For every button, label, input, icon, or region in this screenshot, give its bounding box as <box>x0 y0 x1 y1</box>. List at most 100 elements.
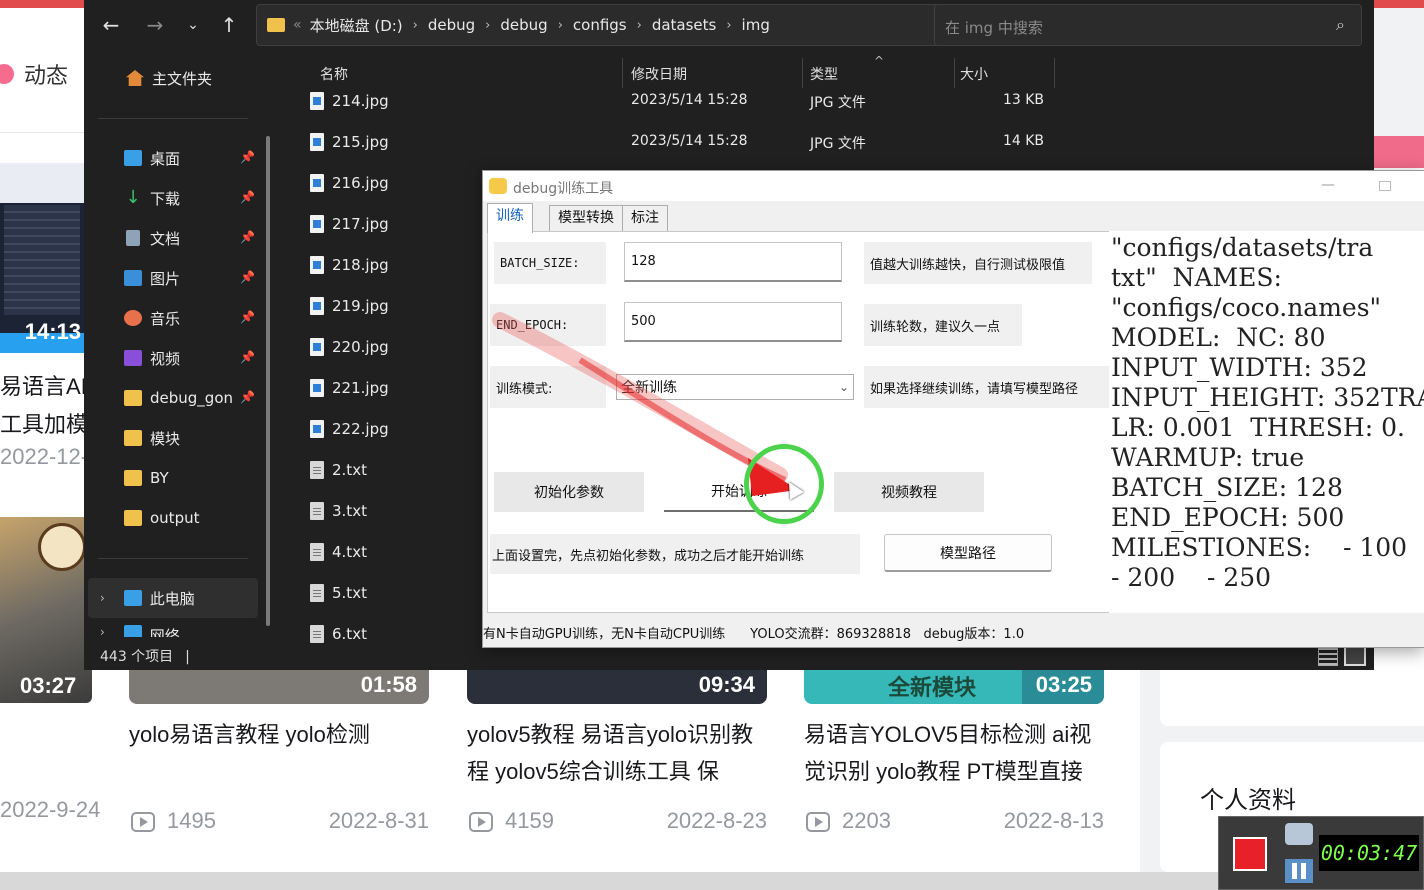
tiles-view-icon[interactable] <box>1344 646 1366 666</box>
column-divider[interactable] <box>802 58 803 88</box>
batch-size-input[interactable]: 128 <box>624 242 842 282</box>
address-bar[interactable]: « 本地磁盘 (D:) › debug › debug › configs › data… <box>256 4 1010 46</box>
nav-item-output[interactable]: output <box>124 505 264 531</box>
breadcrumb-segment[interactable]: datasets <box>652 16 717 34</box>
video-thumbnail[interactable]: 01:58 <box>129 670 429 704</box>
image-file-icon <box>310 133 324 151</box>
log-line: "configs/datasets/tra <box>1111 233 1374 262</box>
pin-icon[interactable]: 📌 <box>240 310 255 324</box>
video-thumbnail[interactable]: 14:13 <box>0 163 85 353</box>
nav-item-downloads[interactable]: ↓ 下载 📌 <box>124 185 264 211</box>
nav-item-debug-gon[interactable]: debug_gon 📌 <box>124 385 264 411</box>
video-card[interactable]: 全新模块 03:25 易语言YOLOV5目标检测 ai视觉识别 yolo教程 P… <box>804 670 1104 838</box>
breadcrumb-segment[interactable]: debug <box>428 16 475 34</box>
pictures-icon <box>124 270 142 286</box>
nav-scrollbar[interactable] <box>266 136 270 626</box>
model-path-button[interactable]: 模型路径 <box>884 534 1052 572</box>
pin-icon[interactable]: 📌 <box>240 230 255 244</box>
log-line: LR: 0.001 THRESH: 0. <box>1111 413 1405 442</box>
up-button[interactable]: ↑ <box>216 12 242 38</box>
column-header-name[interactable]: 名称 <box>320 64 348 86</box>
nav-item-label: 视频 <box>150 349 181 368</box>
nav-item-pictures[interactable]: 图片 📌 <box>124 265 264 291</box>
video-title[interactable]: 易语言YOLOV5目标检测 ai视觉识别 yolo教程 PT模型直接 <box>804 716 1104 792</box>
nav-item-videos[interactable]: 视频 📌 <box>124 345 264 371</box>
log-line: MILESTIONES: - 100 <box>1111 533 1408 562</box>
folder-icon <box>124 510 142 526</box>
breadcrumb-segment[interactable]: img <box>742 16 770 34</box>
pin-icon[interactable]: 📌 <box>240 390 255 404</box>
column-header-date[interactable]: 修改日期 <box>631 64 687 86</box>
title-bar[interactable]: debug训练工具 — <box>483 171 1424 201</box>
tab-model-convert[interactable]: 模型转换 <box>549 205 623 231</box>
file-date: 2023/5/14 15:28 <box>631 92 748 108</box>
video-title[interactable]: yolov5教程 易语言yolo识别教程 yolov5综合训练工具 保 <box>467 716 767 792</box>
nav-item-by[interactable]: BY <box>124 465 264 491</box>
column-header-type[interactable]: 类型 <box>810 64 838 86</box>
video-card[interactable]: 01:58 yolo易语言教程 yolo检测 1495 2022-8-31 <box>129 670 429 838</box>
config-log-output[interactable]: "configs/datasets/tra txt" NAMES: "configs… <box>1109 231 1424 613</box>
log-lines: "configs/datasets/tra txt" NAMES: "configs… <box>1111 233 1424 593</box>
flower-icon <box>0 64 14 84</box>
video-card[interactable]: 09:34 yolov5教程 易语言yolo识别教程 yolov5综合训练工具 … <box>467 670 767 838</box>
search-input[interactable]: 在 img 中搜索 ⌕ <box>934 4 1362 46</box>
breadcrumb-segment[interactable]: 本地磁盘 (D:) <box>310 15 403 36</box>
video-date: 2022-8-23 <box>666 808 767 833</box>
maximize-icon[interactable] <box>1379 181 1391 191</box>
video-thumbnail[interactable]: 全新模块 03:25 <box>804 670 1104 704</box>
breadcrumb-segment[interactable]: configs <box>573 16 627 34</box>
overflow-icon[interactable]: « <box>293 17 302 33</box>
nav-item-this-pc[interactable]: › 此电脑 <box>100 585 240 611</box>
chevron-right-icon[interactable]: › <box>100 625 116 637</box>
file-name: 216.jpg <box>332 174 389 192</box>
video-title[interactable]: 易语言AI 工具加模 <box>0 368 88 444</box>
details-view-icon[interactable] <box>1318 648 1338 666</box>
divider <box>98 118 248 119</box>
pin-icon[interactable]: 📌 <box>240 350 255 364</box>
column-divider[interactable] <box>954 58 955 88</box>
video-thumbnail[interactable]: 09:34 <box>467 670 767 704</box>
nav-item-network[interactable]: › 网络 <box>100 625 240 637</box>
nav-item-desktop[interactable]: 桌面 📌 <box>124 145 264 171</box>
video-tutorial-button[interactable]: 视频教程 <box>834 472 984 512</box>
text-file-icon <box>310 461 324 479</box>
nav-item-music[interactable]: 音乐 📌 <box>124 305 264 331</box>
breadcrumb-segment[interactable]: debug <box>500 16 547 34</box>
pause-button[interactable] <box>1285 859 1313 883</box>
pin-icon[interactable]: 📌 <box>240 270 255 284</box>
video-meta: 2203 2022-8-13 <box>804 808 1104 838</box>
nav-item-home[interactable]: 主文件夹 <box>126 65 266 91</box>
camera-icon[interactable] <box>1285 823 1313 845</box>
forward-button[interactable]: → <box>142 12 168 38</box>
desktop-icon <box>124 150 142 166</box>
log-line: BATCH_SIZE: 128 <box>1111 473 1343 502</box>
file-row[interactable]: 215.jpg 2023/5/14 15:28 JPG 文件 14 KB <box>310 131 1070 157</box>
nav-dynamic-link[interactable]: 动态 <box>0 52 68 96</box>
nav-item-documents[interactable]: 文档 📌 <box>124 225 264 251</box>
chevron-down-icon: ⌄ <box>187 17 199 33</box>
document-icon <box>126 230 140 246</box>
stop-record-button[interactable] <box>1233 837 1267 871</box>
file-name: 219.jpg <box>332 297 389 315</box>
video-thumbnail[interactable]: 03:27 <box>0 517 92 703</box>
pin-icon[interactable]: 📌 <box>240 190 255 204</box>
nav-item-modules[interactable]: 模块 <box>124 425 264 451</box>
video-meta: 1495 2022-8-31 <box>129 808 429 838</box>
tab-annotate[interactable]: 标注 <box>622 205 668 231</box>
arrow-up-icon: ↑ <box>220 13 238 37</box>
file-row[interactable]: 214.jpg 2023/5/14 15:28 JPG 文件 13 KB <box>310 90 1070 116</box>
minimize-icon[interactable]: — <box>1321 177 1335 193</box>
video-title[interactable]: yolo易语言教程 yolo检测 <box>129 716 429 792</box>
music-icon <box>124 310 142 326</box>
column-header-size[interactable]: 大小 <box>960 64 988 86</box>
chevron-right-icon: › <box>485 17 491 33</box>
recent-locations-button[interactable]: ⌄ <box>180 12 206 38</box>
tab-train[interactable]: 训练 <box>487 203 533 233</box>
file-name: 2.txt <box>332 461 367 479</box>
column-divider[interactable] <box>622 58 623 88</box>
back-button[interactable]: ← <box>98 12 124 38</box>
pin-icon[interactable]: 📌 <box>240 150 255 164</box>
chevron-right-icon: › <box>557 17 563 33</box>
chevron-right-icon[interactable]: › <box>100 591 116 605</box>
column-divider[interactable] <box>1054 58 1055 88</box>
